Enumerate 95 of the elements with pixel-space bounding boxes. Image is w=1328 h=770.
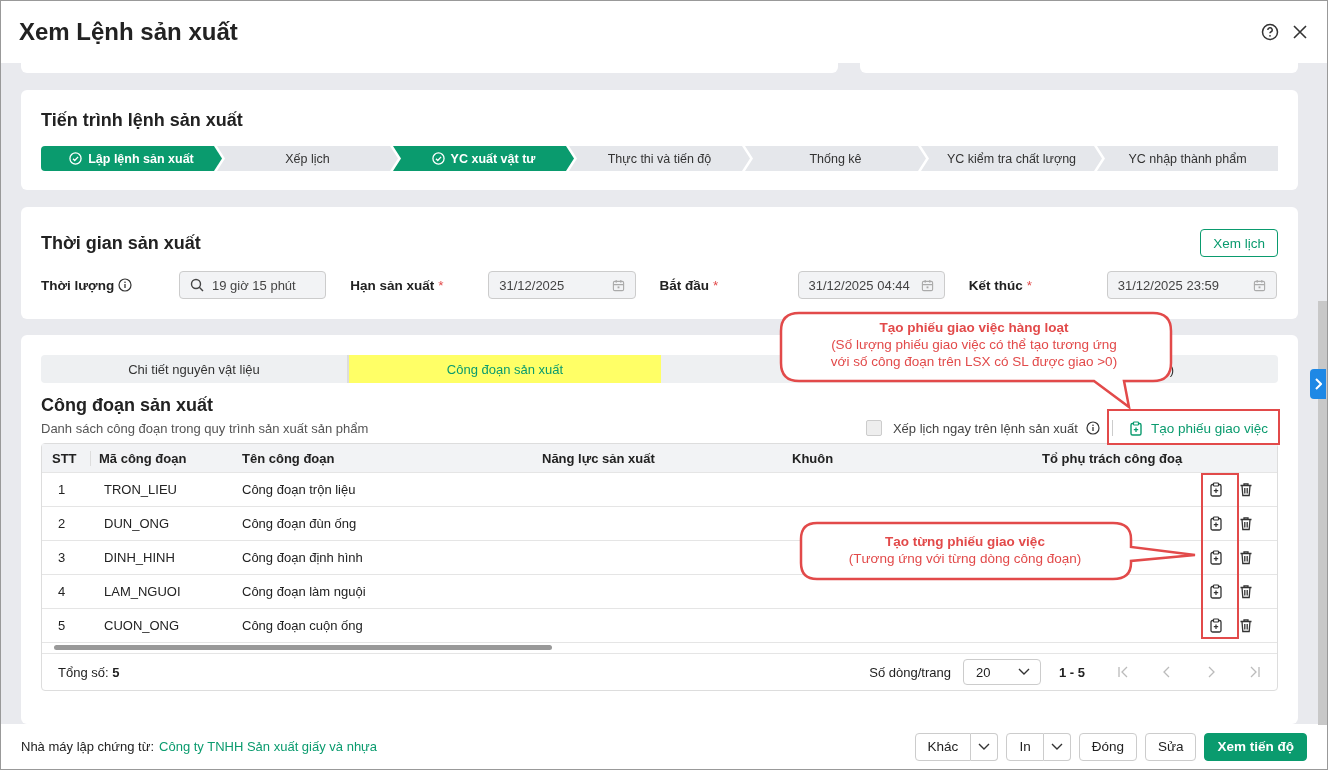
- section-title: Thời gian sản xuất: [41, 232, 201, 254]
- table-cell-text: DUN_ONG: [103, 516, 170, 531]
- table-cell-text: LAM_NGUOI: [103, 584, 182, 599]
- callout-title: Tạo từng phiếu giao việc: [884, 533, 1046, 550]
- info-icon: [1085, 421, 1100, 435]
- required-mark: *: [713, 277, 719, 293]
- check-circle-icon: [431, 152, 445, 165]
- column-header: STT: [51, 450, 78, 466]
- progress-step[interactable]: Lập lệnh sản xuất: [41, 146, 222, 171]
- caret-icon: [1018, 668, 1030, 676]
- page-size-select[interactable]: 20: [963, 659, 1041, 685]
- footer-button[interactable]: Khác: [914, 732, 972, 761]
- field-label: Kết thúc: [968, 277, 1023, 293]
- factory-label: Nhà máy lập chứng từ:: [21, 739, 155, 754]
- callout-title: Tạo phiếu giao việc hàng loạt: [878, 319, 1070, 336]
- column-header: Khuôn: [791, 450, 835, 466]
- table-cell-text: Công đoạn đùn ống: [241, 516, 358, 531]
- trash-icon[interactable]: [1239, 482, 1253, 497]
- clipboard-icon[interactable]: [1209, 618, 1223, 633]
- clipboard-icon[interactable]: [1209, 584, 1223, 599]
- progress-step[interactable]: Thực thi và tiến độ: [569, 146, 750, 171]
- trash-icon[interactable]: [1239, 618, 1253, 633]
- input-field[interactable]: 31/12/2025 04:44: [797, 271, 945, 299]
- footer-button[interactable]: Đóng: [1078, 732, 1137, 761]
- required-mark: *: [1026, 277, 1032, 293]
- clipboard-icon[interactable]: [1209, 550, 1223, 565]
- footer-button[interactable]: Xem tiến độ: [1204, 732, 1307, 761]
- progress-step[interactable]: YC nhập thành phẩm: [1097, 146, 1278, 171]
- checkbox-label: Xếp lịch ngay trên lệnh sản xuất: [892, 420, 1078, 436]
- table-cell-text: 3: [57, 550, 67, 565]
- column-header: Năng lực sản xuất: [541, 450, 656, 466]
- section-title: Tiến trình lệnh sản xuất: [41, 110, 244, 131]
- caret-icon: [1050, 742, 1063, 751]
- progress-step[interactable]: YC xuất vật tư: [393, 146, 574, 171]
- footer-button[interactable]: In: [1006, 732, 1044, 761]
- caret-icon: [978, 742, 991, 751]
- callout-text: với số công đoạn trên LSX có SL được giao >0): [829, 353, 1119, 370]
- column-header: Mã công đoạn: [90, 450, 234, 466]
- check-circle-icon: [69, 152, 83, 165]
- table-cell-text: 4: [57, 584, 67, 599]
- required-mark: *: [438, 277, 444, 293]
- table-cell-text: TRON_LIEU: [103, 482, 178, 497]
- chevron-right-icon: [1314, 378, 1322, 390]
- close-icon[interactable]: [1293, 25, 1307, 39]
- scrollbar[interactable]: [1318, 301, 1327, 725]
- table-cell-text: CUON_ONG: [103, 618, 181, 633]
- trash-icon[interactable]: [1239, 550, 1253, 565]
- input-field[interactable]: 19 giờ 15 phút: [179, 271, 327, 299]
- table-cell-text: 1: [57, 482, 67, 497]
- calendar-icon: [611, 278, 625, 292]
- progress-step[interactable]: Xếp lịch: [217, 146, 398, 171]
- tab[interactable]: Chi tiết nguyên vật liệu: [41, 355, 347, 383]
- input-field[interactable]: 31/12/2025 23:59: [1106, 271, 1277, 299]
- calendar-icon: [1253, 278, 1266, 292]
- progress-step[interactable]: Thống kê: [745, 146, 926, 171]
- field-label: Bắt đầu: [659, 277, 709, 293]
- expand-panel-button[interactable]: [1310, 369, 1326, 399]
- table-cell-text: Công đoạn làm nguội: [241, 584, 367, 599]
- section-subtitle: Danh sách công đoạn trong quy trình sản xuất sản phẩm: [41, 420, 369, 436]
- page-size-label: Số dòng/trang: [869, 664, 951, 680]
- dropdown-button[interactable]: [971, 732, 999, 761]
- calendar-icon: [920, 278, 934, 292]
- checkbox[interactable]: [865, 420, 882, 436]
- trash-icon[interactable]: [1239, 584, 1253, 599]
- factory-link[interactable]: Công ty TNHH Sản xuất giấy và nhựa: [159, 739, 378, 754]
- column-header: Tổ phụ trách công đoạ: [1041, 450, 1184, 466]
- callout-text: (Tương ứng với từng dòng công đoạn): [847, 550, 1083, 567]
- clipboard-icon: [1128, 420, 1143, 436]
- footer-button[interactable]: Sửa: [1144, 732, 1197, 761]
- view-schedule-button[interactable]: Xem lịch: [1200, 229, 1278, 257]
- table-cell-text: DINH_HINH: [103, 550, 176, 565]
- callout-text: (Số lượng phiếu giao việc có thể tạo tương ứng: [830, 336, 1118, 353]
- table-cell-text: Công đoạn định hình: [241, 550, 364, 565]
- column-header: Tên công đoạn: [241, 450, 336, 466]
- input-field[interactable]: 31/12/2025: [488, 271, 636, 299]
- info-icon: [118, 278, 133, 292]
- help-icon[interactable]: [1261, 23, 1279, 41]
- total-count: Tổng số: 5: [58, 664, 120, 680]
- progress-step[interactable]: YC kiểm tra chất lượng: [921, 146, 1102, 171]
- section-title: Công đoạn sản xuất: [41, 395, 214, 416]
- dropdown-button[interactable]: [1043, 732, 1071, 761]
- window-title: Xem Lệnh sản xuất: [19, 18, 238, 46]
- scrollbar-thumb[interactable]: [54, 645, 552, 650]
- search-icon: [190, 278, 204, 292]
- field-label: Hạn sản xuất: [350, 277, 435, 293]
- create-task-button[interactable]: Tạo phiếu giao việc: [1124, 420, 1278, 436]
- page-range: 1 - 5: [1059, 664, 1085, 680]
- table-cell-text: Công đoạn trộn liệu: [241, 482, 357, 497]
- trash-icon[interactable]: [1239, 516, 1253, 531]
- table-cell-text: 5: [57, 618, 67, 633]
- field-label: Thời lượng: [41, 277, 115, 293]
- table-cell-text: Công đoạn cuộn ống: [241, 618, 364, 633]
- clipboard-icon[interactable]: [1209, 482, 1223, 497]
- clipboard-icon[interactable]: [1209, 516, 1223, 531]
- table-cell-text: 2: [57, 516, 67, 531]
